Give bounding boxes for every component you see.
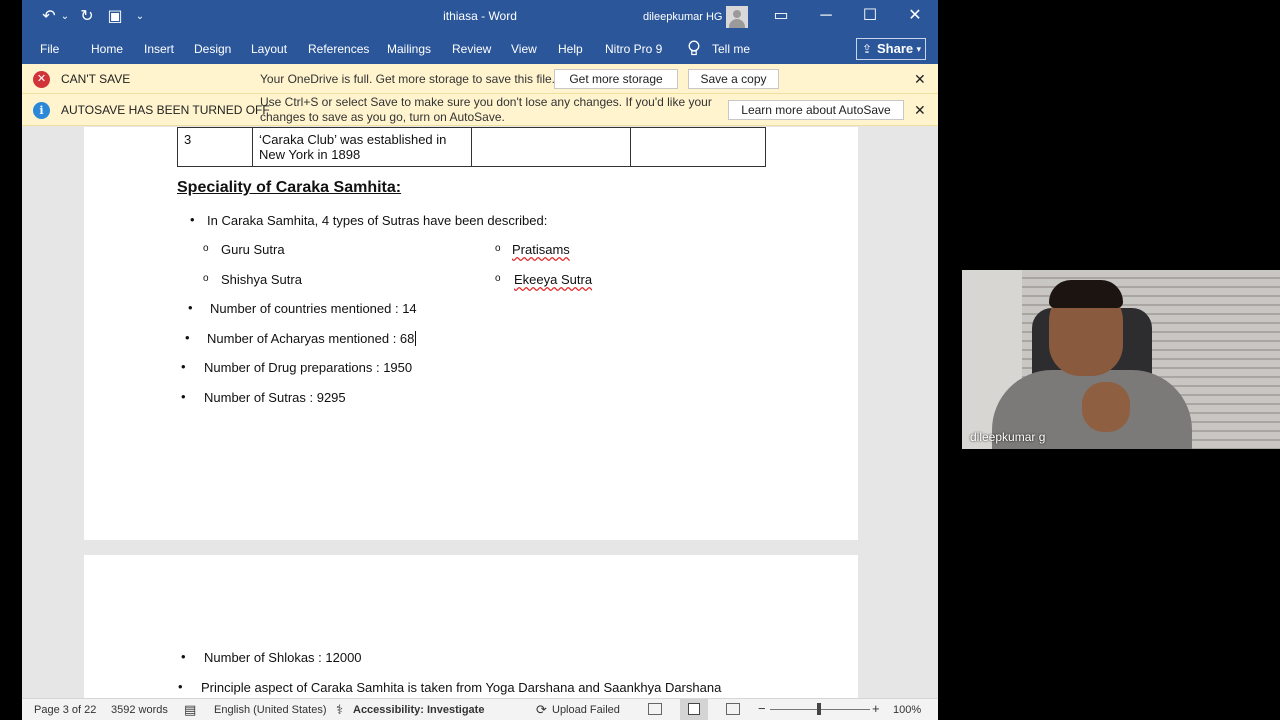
lightbulb-icon[interactable] <box>688 40 702 58</box>
document-table[interactable]: 3 ‘Caraka Club’ was established in New Y… <box>177 127 766 167</box>
participant-name: dileepkumar g <box>970 430 1046 444</box>
list-item[interactable]: Number of Sutras : 9295 <box>204 390 346 405</box>
autosave-text: Use Ctrl+S or select Save to make sure y… <box>260 95 712 124</box>
bullet-icon: • <box>181 389 186 404</box>
list-item[interactable]: Number of Drug preparations : 1950 <box>204 360 412 375</box>
webcam-video: dileepkumar g <box>962 270 1280 449</box>
error-icon: ✕ <box>33 71 50 88</box>
list-item[interactable]: Number of countries mentioned : 14 <box>210 301 417 316</box>
document-page[interactable]: • Number of Shlokas : 12000 • Principle … <box>84 555 858 698</box>
word-count[interactable]: 3592 words <box>111 704 168 716</box>
cant-save-text: Your OneDrive is full. Get more storage … <box>260 72 556 86</box>
bullet-icon: • <box>181 649 186 664</box>
tab-review[interactable]: Review <box>452 42 491 56</box>
bullet-icon: • <box>181 359 186 374</box>
list-item[interactable]: Number of Shlokas : 12000 <box>204 650 362 665</box>
tab-mailings[interactable]: Mailings <box>387 42 431 56</box>
close-icon[interactable]: ✕ <box>914 71 926 88</box>
autosave-message-bar: i AUTOSAVE HAS BEEN TURNED OFF Use Ctrl+… <box>22 94 938 126</box>
tab-view[interactable]: View <box>511 42 537 56</box>
tab-home[interactable]: Home <box>91 42 123 56</box>
tell-me-search[interactable]: Tell me <box>712 42 750 56</box>
language-indicator[interactable]: English (United States) <box>214 704 327 716</box>
bullet-icon: • <box>178 679 183 694</box>
bullet-icon: • <box>188 300 193 315</box>
bullet-icon: • <box>185 330 190 345</box>
close-window-icon[interactable]: ✕ <box>900 4 930 28</box>
web-layout-icon[interactable] <box>726 703 740 715</box>
word-window: ↶ ⌄ ↻ ▣ ⌄ ithiasa - Word dileepkumar HG … <box>22 0 938 720</box>
list-item[interactable]: In Caraka Samhita, 4 types of Sutras hav… <box>207 213 547 228</box>
share-button[interactable]: ⇪ Share ▾ <box>856 38 926 60</box>
maximize-icon[interactable]: ☐ <box>855 4 885 28</box>
person-hair <box>1049 280 1123 308</box>
sub-bullet-icon: o <box>203 243 209 254</box>
title-bar: ↶ ⌄ ↻ ▣ ⌄ ithiasa - Word dileepkumar HG … <box>22 0 938 34</box>
sub-bullet-icon: o <box>495 273 501 284</box>
accessibility-icon[interactable]: ⚕ <box>336 702 343 718</box>
zoom-slider-thumb[interactable] <box>817 703 821 715</box>
close-icon[interactable]: ✕ <box>914 102 926 119</box>
ribbon-display-options-icon[interactable]: ▭ <box>766 4 796 28</box>
table-cell-text[interactable]: ‘Caraka Club’ was established in New Yor… <box>252 127 472 167</box>
list-item[interactable]: Pratisams <box>512 242 570 257</box>
page-count[interactable]: Page 3 of 22 <box>34 704 96 716</box>
table-cell-number[interactable]: 3 <box>177 127 253 167</box>
bullet-icon: • <box>190 212 195 227</box>
chevron-down-icon: ▾ <box>916 44 921 54</box>
zoom-in-button[interactable]: + <box>872 701 880 716</box>
proofing-icon[interactable]: ▤ <box>184 702 196 718</box>
save-a-copy-button[interactable]: Save a copy <box>688 69 779 89</box>
autosave-title: AUTOSAVE HAS BEEN TURNED OFF <box>61 103 270 117</box>
user-name[interactable]: dileepkumar HG <box>643 11 722 23</box>
zoom-out-button[interactable]: − <box>758 701 766 716</box>
read-mode-icon[interactable] <box>648 703 662 715</box>
list-item[interactable]: Ekeeya Sutra <box>514 272 592 287</box>
minimize-icon[interactable]: ─ <box>811 4 841 28</box>
sub-bullet-icon: o <box>203 273 209 284</box>
section-heading[interactable]: Speciality of Caraka Samhita: <box>177 179 401 197</box>
tab-nitro-pro[interactable]: Nitro Pro 9 <box>605 42 662 56</box>
person-hands <box>1082 382 1130 432</box>
upload-icon[interactable]: ⟳ <box>536 702 547 718</box>
learn-more-autosave-button[interactable]: Learn more about AutoSave <box>728 100 904 120</box>
document-title: ithiasa - Word <box>443 9 517 23</box>
status-bar: Page 3 of 22 3592 words ▤ English (Unite… <box>22 698 938 720</box>
list-item[interactable]: Guru Sutra <box>221 242 285 257</box>
tab-design[interactable]: Design <box>194 42 231 56</box>
print-layout-icon[interactable] <box>680 699 708 720</box>
tab-file[interactable]: File <box>40 42 59 56</box>
tab-help[interactable]: Help <box>558 42 583 56</box>
list-item[interactable]: Number of Acharyas mentioned : 68 <box>207 331 417 346</box>
document-page[interactable]: 3 ‘Caraka Club’ was established in New Y… <box>84 127 858 540</box>
document-canvas[interactable]: 3 ‘Caraka Club’ was established in New Y… <box>22 127 938 698</box>
get-more-storage-button[interactable]: Get more storage <box>554 69 678 89</box>
list-item[interactable]: Principle aspect of Caraka Samhita is ta… <box>201 680 721 695</box>
tab-layout[interactable]: Layout <box>251 42 287 56</box>
ribbon-tabs: File Home Insert Design Layout Reference… <box>22 34 938 64</box>
table-cell-empty[interactable] <box>630 127 766 167</box>
tab-references[interactable]: References <box>308 42 369 56</box>
upload-status[interactable]: Upload Failed <box>552 704 620 716</box>
list-item[interactable]: Shishya Sutra <box>221 272 302 287</box>
share-label: Share <box>877 41 914 56</box>
tab-insert[interactable]: Insert <box>144 42 174 56</box>
accessibility-status[interactable]: Accessibility: Investigate <box>353 704 484 716</box>
share-icon: ⇪ <box>862 42 873 56</box>
sub-bullet-icon: o <box>495 243 501 254</box>
user-avatar[interactable] <box>726 6 748 28</box>
cant-save-message-bar: ✕ CAN'T SAVE Your OneDrive is full. Get … <box>22 64 938 94</box>
table-cell-empty[interactable] <box>471 127 631 167</box>
info-icon: i <box>33 102 50 119</box>
zoom-level[interactable]: 100% <box>893 704 921 716</box>
cant-save-title: CAN'T SAVE <box>61 72 131 86</box>
